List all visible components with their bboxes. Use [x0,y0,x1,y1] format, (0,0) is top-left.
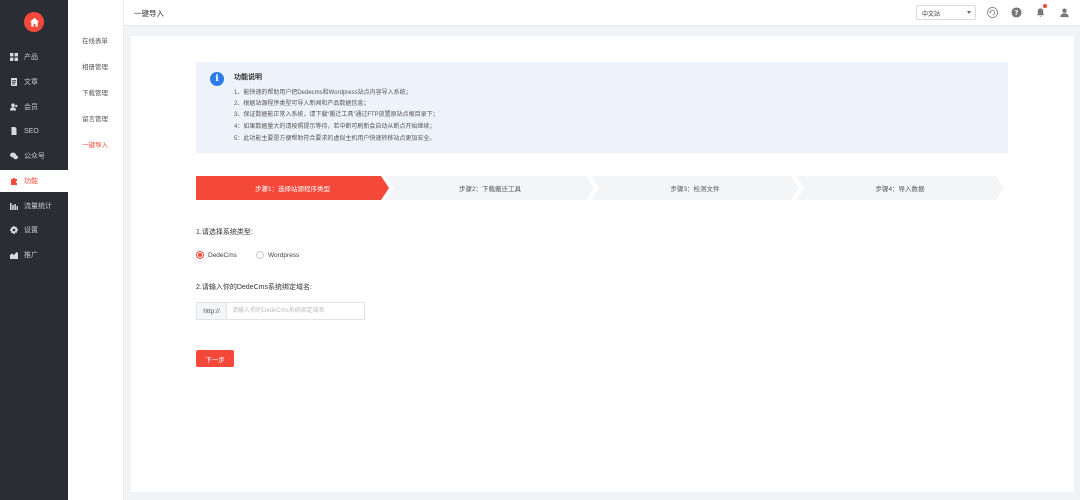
sidebar-item-features[interactable]: 功能 [0,170,68,192]
domain-input-group: http:// [196,302,365,320]
system-type-label: 1.请选择系统类型: [196,229,253,236]
step-label: 步骤2：下载搬迁工具 [458,186,522,193]
step-1: 步骤1：选择站源程序类型 [196,176,389,200]
info-line: 1、能快速的帮助用户把Dedecms和Wordpress站点内容导入系统； [234,90,412,96]
subnav-item-messages[interactable]: 留言管理 [82,113,108,123]
subnav-item-downloads[interactable]: 下载管理 [82,87,108,97]
wechat-icon [10,152,18,160]
step-label: 步骤1：选择站源程序类型 [254,186,331,193]
sidebar-item-promotion[interactable]: 推广 [0,244,68,266]
file-icon [10,127,18,135]
sidebar-item-products[interactable]: 产品 [0,46,68,68]
sidebar-item-articles[interactable]: 文章 [0,71,68,93]
sidebar-item-label: 产品 [24,54,38,61]
radio-dedecms[interactable]: DedeCms [196,251,237,259]
info-icon: i [210,72,224,86]
sidebar-item-label: SEO [24,127,39,135]
sidebar-item-label: 功能 [24,178,38,185]
info-line: 5：此功能主要是方便帮助符合要求的虚拟主机用户快速转移站点更加安全。 [234,136,436,142]
bar-chart-icon [10,202,18,210]
info-line: 3、保证数据能正常入系统，请下载“搬迁工具”通过FTP放置原站点根目录下； [234,112,439,118]
url-prefix: http:// [197,303,227,319]
radio-dot [256,251,264,259]
feature-info-box: i 功能说明 1、能快速的帮助用户把Dedecms和Wordpress站点内容导… [196,62,1008,153]
import-steps: 步骤1：选择站源程序类型 步骤2：下载搬迁工具 步骤3：检测文件 步骤4：导入数… [196,176,1004,200]
refresh-icon[interactable] [986,6,998,18]
radio-label: Wordpress [268,251,300,259]
language-select[interactable]: 中文站 [916,5,976,20]
chevron-down-icon [967,11,971,14]
step-label: 步骤4：导入数据 [875,186,925,193]
main-sidebar: 产品 文章 会员 SEO 公众号 功能 流量统计 设置 推广 [0,0,68,500]
sidebar-item-label: 会员 [24,104,38,111]
sidebar-item-members[interactable]: 会员 [0,96,68,118]
step-3: 步骤3：检测文件 [591,176,799,200]
info-line: 4：如果数据量大的请按照提示等待，若中断可刷新会自动从断点开始继续； [234,124,436,130]
user-avatar-icon[interactable] [1058,6,1070,18]
sidebar-item-label: 流量统计 [24,203,52,210]
sub-navigation: 在线表单 相册管理 下载管理 留言管理 一键导入 [68,0,124,500]
svg-text:?: ? [1014,8,1018,16]
sidebar-item-label: 公众号 [24,153,45,160]
top-bar: 一键导入 中文站 ? [124,0,1080,26]
subnav-item-one-click-import[interactable]: 一键导入 [82,139,108,149]
sidebar-item-wechat[interactable]: 公众号 [0,145,68,167]
sidebar-item-label: 推广 [24,252,38,259]
gear-icon [10,226,18,234]
sidebar-item-settings[interactable]: 设置 [0,219,68,241]
users-icon [10,103,18,111]
sidebar-item-traffic-stats[interactable]: 流量统计 [0,195,68,217]
radio-wordpress[interactable]: Wordpress [256,251,299,259]
sidebar-item-label: 文章 [24,79,38,86]
notification-badge [1043,4,1047,8]
radio-label: DedeCms [208,251,237,259]
info-title: 功能说明 [234,74,262,81]
domain-label: 2.请输入你的DedeCms系统绑定域名: [196,284,312,291]
sidebar-item-seo[interactable]: SEO [0,120,68,142]
home-logo-icon[interactable] [24,12,44,32]
chart-icon [10,251,18,259]
help-icon[interactable]: ? [1010,6,1022,18]
step-2: 步骤2：下载搬迁工具 [386,176,594,200]
domain-input[interactable] [227,303,364,319]
subnav-item-online-forms[interactable]: 在线表单 [82,35,108,45]
info-line: 2、根据站源程序类型可导入新闻和产品数据信息； [234,101,370,107]
sidebar-item-label: 设置 [24,227,38,234]
language-select-value: 中文站 [922,12,941,18]
subnav-item-album[interactable]: 相册管理 [82,61,108,71]
step-label: 步骤3：检测文件 [670,186,720,193]
grid-icon [10,53,18,61]
document-icon [10,78,18,86]
step-4: 步骤4：导入数据 [796,176,1004,200]
next-step-button[interactable]: 下一步 [196,350,234,367]
puzzle-icon [10,177,18,185]
page-title: 一键导入 [134,9,164,18]
radio-dot [196,251,204,259]
bell-icon[interactable] [1034,4,1047,18]
